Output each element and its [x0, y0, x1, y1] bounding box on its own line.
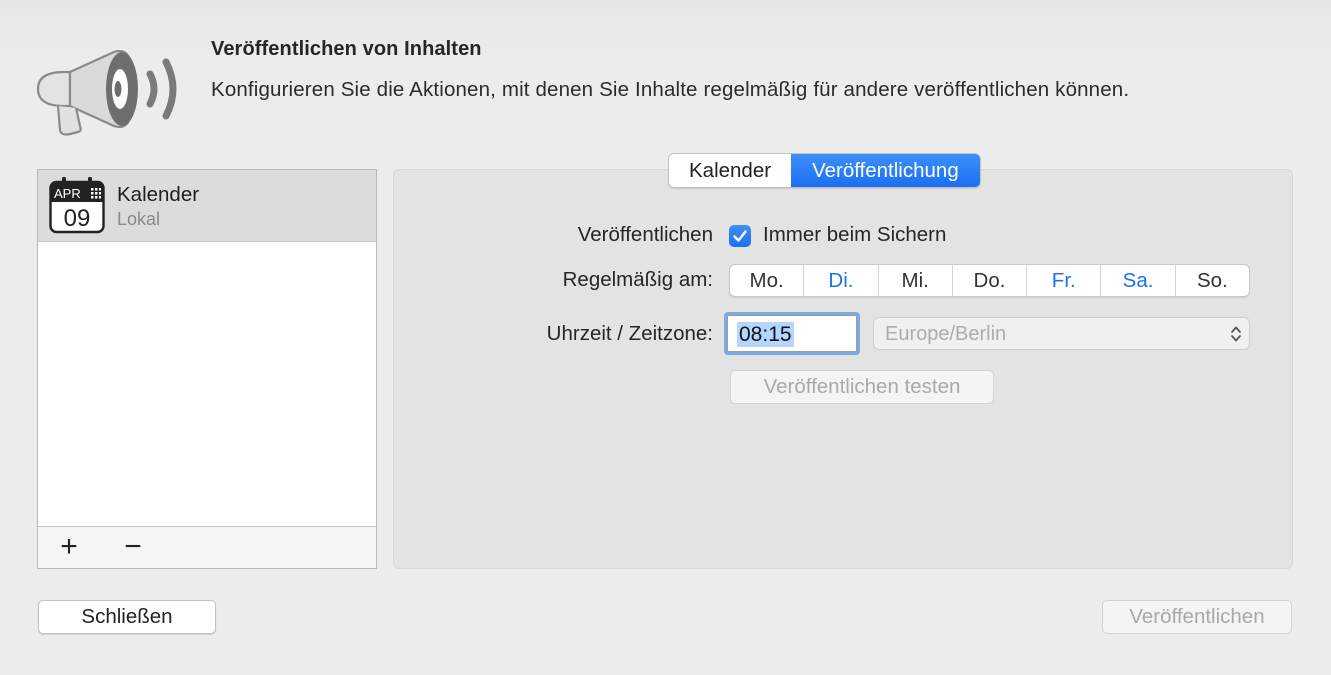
test-publish-button[interactable]: Veröffentlichen testen [730, 370, 994, 404]
day-sunday[interactable]: So. [1176, 265, 1249, 296]
checkmark-icon [733, 230, 747, 242]
publish-label: Veröffentlichen [577, 223, 713, 246]
regular-label: Regelmäßig am: [562, 268, 713, 291]
day-thursday[interactable]: Do. [953, 265, 1028, 296]
close-button[interactable]: Schließen [38, 600, 216, 634]
megaphone-icon [36, 49, 177, 136]
tab-bar: Kalender Veröffentlichung [668, 153, 981, 188]
account-list: APR 09 Kalender Lokal + − [37, 169, 377, 569]
page-title: Veröffentlichen von Inhalten [211, 38, 482, 60]
timezone-select[interactable]: Europe/Berlin [873, 317, 1250, 350]
time-zone-label: Uhrzeit / Zeitzone: [546, 322, 713, 345]
time-value: 08:15 [737, 322, 794, 347]
day-saturday[interactable]: Sa. [1101, 265, 1176, 296]
day-friday[interactable]: Fr. [1027, 265, 1102, 296]
list-item[interactable]: APR 09 Kalender Lokal [38, 170, 376, 242]
page-description: Konfigurieren Sie die Aktionen, mit dene… [211, 78, 1130, 101]
day-wednesday[interactable]: Mi. [879, 265, 953, 296]
always-on-save-label: Immer beim Sichern [763, 223, 947, 246]
calendar-icon: APR 09 [49, 177, 105, 234]
always-on-save-checkbox[interactable] [729, 225, 751, 247]
list-toolbar: + − [38, 526, 376, 568]
list-item-subtitle: Lokal [117, 209, 161, 229]
weekday-selector: Mo. Di. Mi. Do. Fr. Sa. So. [729, 264, 1250, 297]
remove-button[interactable]: − [113, 531, 153, 563]
tab-calendar[interactable]: Kalender [669, 154, 791, 187]
up-down-chevron-icon [1231, 326, 1241, 342]
publish-button[interactable]: Veröffentlichen [1102, 600, 1292, 634]
day-tuesday[interactable]: Di. [804, 265, 879, 296]
day-monday[interactable]: Mo. [730, 265, 805, 296]
add-button[interactable]: + [49, 531, 89, 563]
timezone-value: Europe/Berlin [885, 323, 1007, 345]
calendar-month: APR [54, 186, 81, 201]
tab-publishing[interactable]: Veröffentlichung [791, 154, 980, 187]
calendar-day: 09 [64, 205, 91, 232]
time-field-focus-ring: 08:15 [724, 312, 860, 355]
time-input[interactable]: 08:15 [727, 315, 857, 352]
list-item-title: Kalender [117, 183, 200, 206]
